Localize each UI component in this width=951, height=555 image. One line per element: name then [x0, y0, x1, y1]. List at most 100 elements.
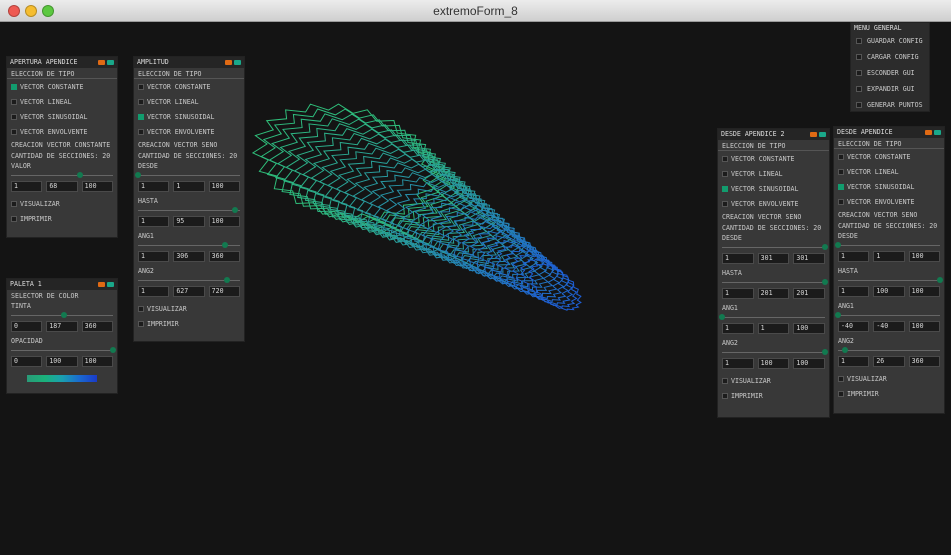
slider-knob[interactable] — [842, 347, 849, 353]
param-max-field[interactable]: 100 — [908, 321, 940, 332]
param-min-field[interactable]: 1 — [838, 356, 870, 367]
param-max-field[interactable]: 201 — [793, 288, 826, 299]
param-slider[interactable] — [835, 242, 940, 248]
option-vector-lineal[interactable]: VECTOR LINEAL — [718, 166, 829, 181]
checkbox-icon[interactable] — [11, 113, 17, 120]
checkbox-icon[interactable] — [838, 198, 844, 205]
menu-item-cargar-config[interactable]: CARGAR CONFIG — [851, 49, 929, 65]
panel-header[interactable]: PALETA 1 — [7, 279, 117, 290]
option-vector-lineal[interactable]: VECTOR LINEAL — [7, 94, 117, 109]
param-slider[interactable] — [838, 277, 943, 283]
expand-icon[interactable] — [234, 60, 241, 65]
param-slider[interactable] — [838, 347, 940, 353]
param-slider[interactable] — [11, 172, 113, 178]
visualizar-toggle[interactable]: VISUALIZAR — [718, 373, 829, 388]
param-min-field[interactable]: 1 — [722, 288, 754, 299]
checkbox-icon[interactable] — [11, 98, 17, 105]
param-slider[interactable] — [138, 207, 240, 213]
param-slider[interactable] — [138, 277, 240, 283]
param-value-field[interactable]: 26 — [873, 356, 905, 367]
param-slider[interactable] — [722, 279, 828, 285]
checkbox-icon[interactable] — [11, 215, 17, 222]
imprimir-toggle[interactable]: IMPRIMIR — [834, 386, 944, 401]
slider-knob[interactable] — [223, 277, 230, 283]
panel-header[interactable]: AMPLITUD — [134, 57, 244, 68]
param-max-field[interactable]: 360 — [208, 251, 240, 262]
checkbox-icon[interactable] — [138, 98, 144, 105]
param-slider[interactable] — [835, 312, 940, 318]
option-vector-lineal[interactable]: VECTOR LINEAL — [834, 164, 944, 179]
param-value-field[interactable]: 187 — [46, 321, 78, 332]
param-min-field[interactable]: 1 — [722, 253, 754, 264]
checkbox-icon[interactable] — [856, 54, 862, 60]
param-min-field[interactable]: 1 — [838, 286, 870, 297]
checkbox-icon[interactable] — [138, 83, 144, 90]
param-min-field[interactable]: 1 — [838, 251, 870, 262]
menu-item-esconder-gui[interactable]: ESCONDER GUI — [851, 65, 929, 81]
param-max-field[interactable]: 100 — [908, 286, 940, 297]
slider-knob[interactable] — [221, 242, 228, 248]
option-vector-envolvente[interactable]: VECTOR ENVOLVENTE — [834, 194, 944, 209]
checkbox-icon[interactable] — [856, 38, 862, 44]
slider-knob[interactable] — [822, 349, 828, 355]
checkbox-icon[interactable] — [838, 168, 844, 175]
param-max-field[interactable]: 100 — [81, 181, 113, 192]
param-max-field[interactable]: 100 — [208, 216, 240, 227]
param-value-field[interactable]: 68 — [46, 181, 78, 192]
param-max-field[interactable]: 100 — [81, 356, 113, 367]
param-slider[interactable] — [138, 242, 240, 248]
param-min-field[interactable]: 1 — [138, 286, 170, 297]
menu-item-guardar-config[interactable]: GUARDAR CONFIG — [851, 33, 929, 49]
slider-knob[interactable] — [77, 172, 84, 178]
option-vector-constante[interactable]: VECTOR CONSTANTE — [134, 79, 244, 94]
slider-knob[interactable] — [61, 312, 68, 318]
checkbox-icon[interactable] — [11, 128, 17, 135]
checkbox-icon[interactable] — [138, 305, 144, 312]
param-value-field[interactable]: 201 — [757, 288, 790, 299]
checkbox-icon[interactable] — [722, 155, 728, 162]
checkbox-icon[interactable] — [722, 377, 728, 384]
slider-knob[interactable] — [135, 172, 141, 178]
option-vector-constante[interactable]: VECTOR CONSTANTE — [7, 79, 117, 94]
checkbox-icon[interactable] — [838, 153, 844, 160]
param-min-field[interactable]: 1 — [11, 181, 43, 192]
option-vector-envolvente[interactable]: VECTOR ENVOLVENTE — [718, 196, 829, 211]
param-value-field[interactable]: 100 — [757, 358, 790, 369]
param-min-field[interactable]: 0 — [11, 321, 43, 332]
slider-knob[interactable] — [822, 244, 828, 250]
slider-knob[interactable] — [835, 242, 841, 248]
param-max-field[interactable]: 100 — [208, 181, 240, 192]
checkbox-icon[interactable] — [138, 113, 144, 120]
checkbox-icon[interactable] — [856, 70, 862, 76]
param-value-field[interactable]: 306 — [173, 251, 205, 262]
slider-knob[interactable] — [719, 314, 725, 320]
param-min-field[interactable]: 1 — [722, 323, 754, 334]
option-vector-sinusoidal[interactable]: VECTOR SINUSOIDAL — [718, 181, 829, 196]
imprimir-toggle[interactable]: IMPRIMIR — [134, 316, 244, 331]
slider-knob[interactable] — [231, 207, 238, 213]
param-max-field[interactable]: 720 — [208, 286, 240, 297]
param-value-field[interactable]: 301 — [757, 253, 790, 264]
panel-header[interactable]: DESDE APENDICE — [834, 127, 944, 138]
slider-knob[interactable] — [822, 279, 828, 285]
minimize-icon[interactable] — [98, 60, 105, 65]
param-slider[interactable] — [722, 244, 828, 250]
slider-knob[interactable] — [110, 347, 116, 353]
param-min-field[interactable]: 0 — [11, 356, 43, 367]
param-slider[interactable] — [11, 312, 113, 318]
visualizar-toggle[interactable]: VISUALIZAR — [134, 301, 244, 316]
option-vector-sinusoidal[interactable]: VECTOR SINUSOIDAL — [7, 109, 117, 124]
option-vector-constante[interactable]: VECTOR CONSTANTE — [718, 151, 829, 166]
param-min-field[interactable]: 1 — [138, 251, 170, 262]
expand-icon[interactable] — [107, 282, 114, 287]
menu-item-generar-puntos[interactable]: GENERAR PUNTOS — [851, 97, 929, 113]
checkbox-icon[interactable] — [838, 390, 844, 397]
param-value-field[interactable]: 627 — [173, 286, 205, 297]
checkbox-icon[interactable] — [11, 200, 17, 207]
option-vector-envolvente[interactable]: VECTOR ENVOLVENTE — [7, 124, 117, 139]
checkbox-icon[interactable] — [856, 86, 862, 92]
minimize-icon[interactable] — [225, 60, 232, 65]
option-vector-sinusoidal[interactable]: VECTOR SINUSOIDAL — [834, 179, 944, 194]
param-min-field[interactable]: 1 — [138, 181, 170, 192]
param-slider[interactable] — [719, 314, 825, 320]
